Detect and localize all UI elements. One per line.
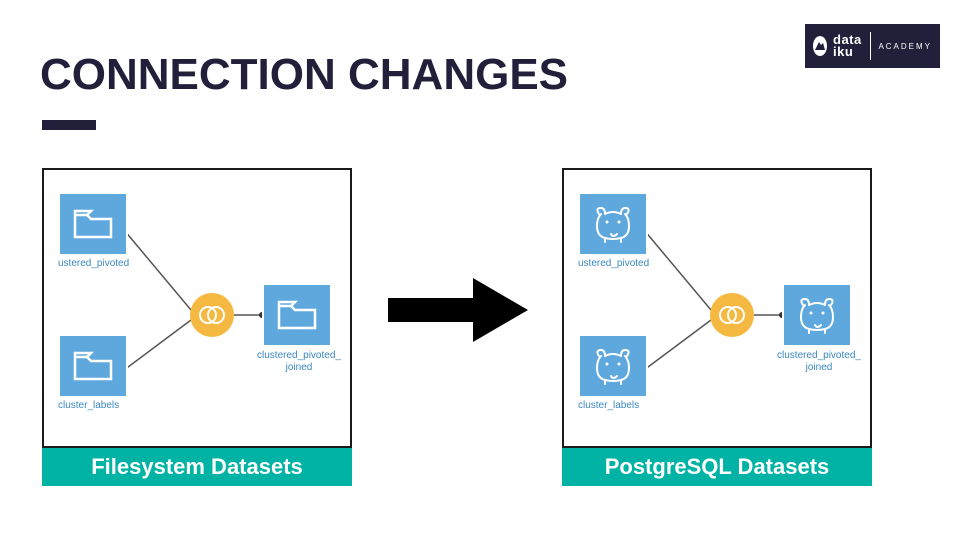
caption-postgresql: PostgreSQL Datasets <box>562 448 872 486</box>
slide-title: CONNECTION CHANGES <box>40 50 568 100</box>
panel-postgresql: ustered_pivoted cluster_labels <box>562 168 872 448</box>
elephant-icon <box>591 346 635 386</box>
join-recipe-icon <box>190 293 234 337</box>
dataset-node-postgres-output <box>782 283 852 347</box>
join-recipe-icon <box>710 293 754 337</box>
brand-badge: data iku ACADEMY <box>805 24 940 68</box>
node-label: clustered_pivoted_joined clustered_pivot… <box>774 350 864 374</box>
dataset-node-filesystem-output <box>262 283 332 347</box>
arrow-icon <box>378 270 538 350</box>
node-label: cluster_labels <box>578 400 639 411</box>
caption-filesystem: Filesystem Datasets <box>42 448 352 486</box>
dataset-node-postgres-input2 <box>578 334 648 398</box>
brand-line2: iku <box>833 46 862 58</box>
dataset-node-filesystem-input1 <box>58 192 128 256</box>
node-label: cluster_labels <box>58 400 119 411</box>
dataset-node-filesystem-input2 <box>58 334 128 398</box>
node-label: clustered_pivoted_joined clustered_pivot… <box>254 350 344 374</box>
slide: data iku ACADEMY CONNECTION CHANGES uste… <box>0 0 960 540</box>
folder-icon <box>277 298 317 332</box>
title-underline <box>42 120 96 130</box>
brand-academy: ACADEMY <box>878 42 932 51</box>
panel-filesystem: ustered_pivoted cluster_labels clustered… <box>42 168 352 448</box>
folder-icon <box>73 207 113 241</box>
elephant-icon <box>795 295 839 335</box>
node-label: ustered_pivoted <box>58 258 129 269</box>
brand-divider <box>870 32 871 60</box>
brand-wordmark: data iku <box>833 34 862 57</box>
elephant-icon <box>591 204 635 244</box>
node-label: ustered_pivoted <box>578 258 649 269</box>
folder-icon <box>73 349 113 383</box>
dataset-node-postgres-input1 <box>578 192 648 256</box>
brand-logo-icon <box>813 36 827 56</box>
